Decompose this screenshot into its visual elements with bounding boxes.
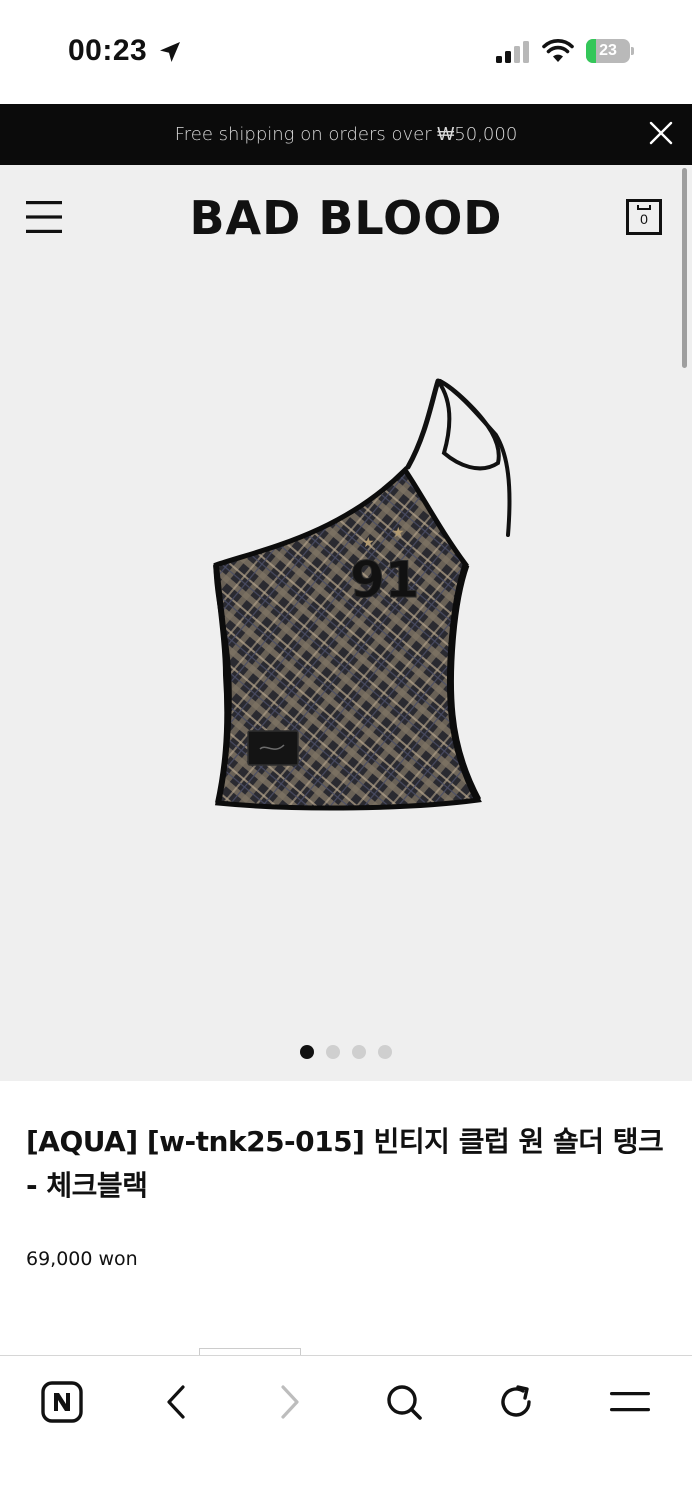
product-image[interactable]: ★ ★ 91 — [190, 375, 530, 815]
wifi-icon — [542, 39, 574, 62]
browser-toolbar — [0, 1355, 692, 1500]
option-selector[interactable] — [199, 1348, 301, 1355]
jersey-number: 91 — [350, 551, 420, 609]
gallery-dot[interactable] — [352, 1045, 366, 1059]
status-time: 00:23 — [68, 34, 148, 67]
chevron-right-icon — [281, 1385, 299, 1419]
product-title: [AQUA] [w-tnk25-015] 빈티지 클럽 원 숄더 탱크 - 체크… — [26, 1125, 664, 1202]
product-price: 69,000 won — [26, 1248, 138, 1270]
gallery-dot[interactable] — [378, 1045, 392, 1059]
reload-icon — [501, 1385, 531, 1417]
brand-logo[interactable]: BAD BLOOD — [0, 191, 692, 245]
gallery-dot[interactable] — [300, 1045, 314, 1059]
forward-button[interactable] — [266, 1378, 314, 1426]
back-button[interactable] — [152, 1378, 200, 1426]
product-gallery[interactable]: BAD BLOOD 0 ★ ★ 91 — [0, 165, 692, 1081]
more-menu-button[interactable] — [606, 1378, 654, 1426]
chevron-left-icon — [167, 1385, 185, 1419]
location-arrow-icon — [160, 42, 180, 62]
reload-button[interactable] — [492, 1378, 540, 1426]
status-bar: 00:23 23 — [0, 0, 692, 104]
announcement-bar: Free shipping on orders over ₩50,000 — [0, 104, 692, 165]
scrollbar[interactable] — [682, 168, 687, 368]
close-icon[interactable] — [648, 120, 674, 146]
menu-lines-icon — [610, 1392, 650, 1412]
announcement-text: Free shipping on orders over ₩50,000 — [174, 124, 518, 145]
naver-n-icon — [41, 1381, 83, 1423]
search-icon — [387, 1385, 422, 1420]
battery-percent: 23 — [599, 42, 617, 59]
gallery-pagination — [0, 1045, 692, 1061]
cart-count: 0 — [640, 211, 648, 227]
cart-button[interactable]: 0 — [626, 199, 662, 235]
gallery-dot[interactable] — [326, 1045, 340, 1059]
page-content[interactable]: BAD BLOOD 0 ★ ★ 91 [AQUA] [w-tnk25-015] … — [0, 165, 692, 1355]
svg-text:★: ★ — [392, 525, 405, 541]
shopping-bag-icon — [637, 205, 651, 210]
cellular-signal-icon — [496, 41, 529, 63]
svg-text:★: ★ — [362, 535, 375, 551]
browser-home-button[interactable] — [38, 1378, 86, 1426]
battery-indicator: 23 — [586, 39, 634, 63]
search-button[interactable] — [380, 1378, 428, 1426]
